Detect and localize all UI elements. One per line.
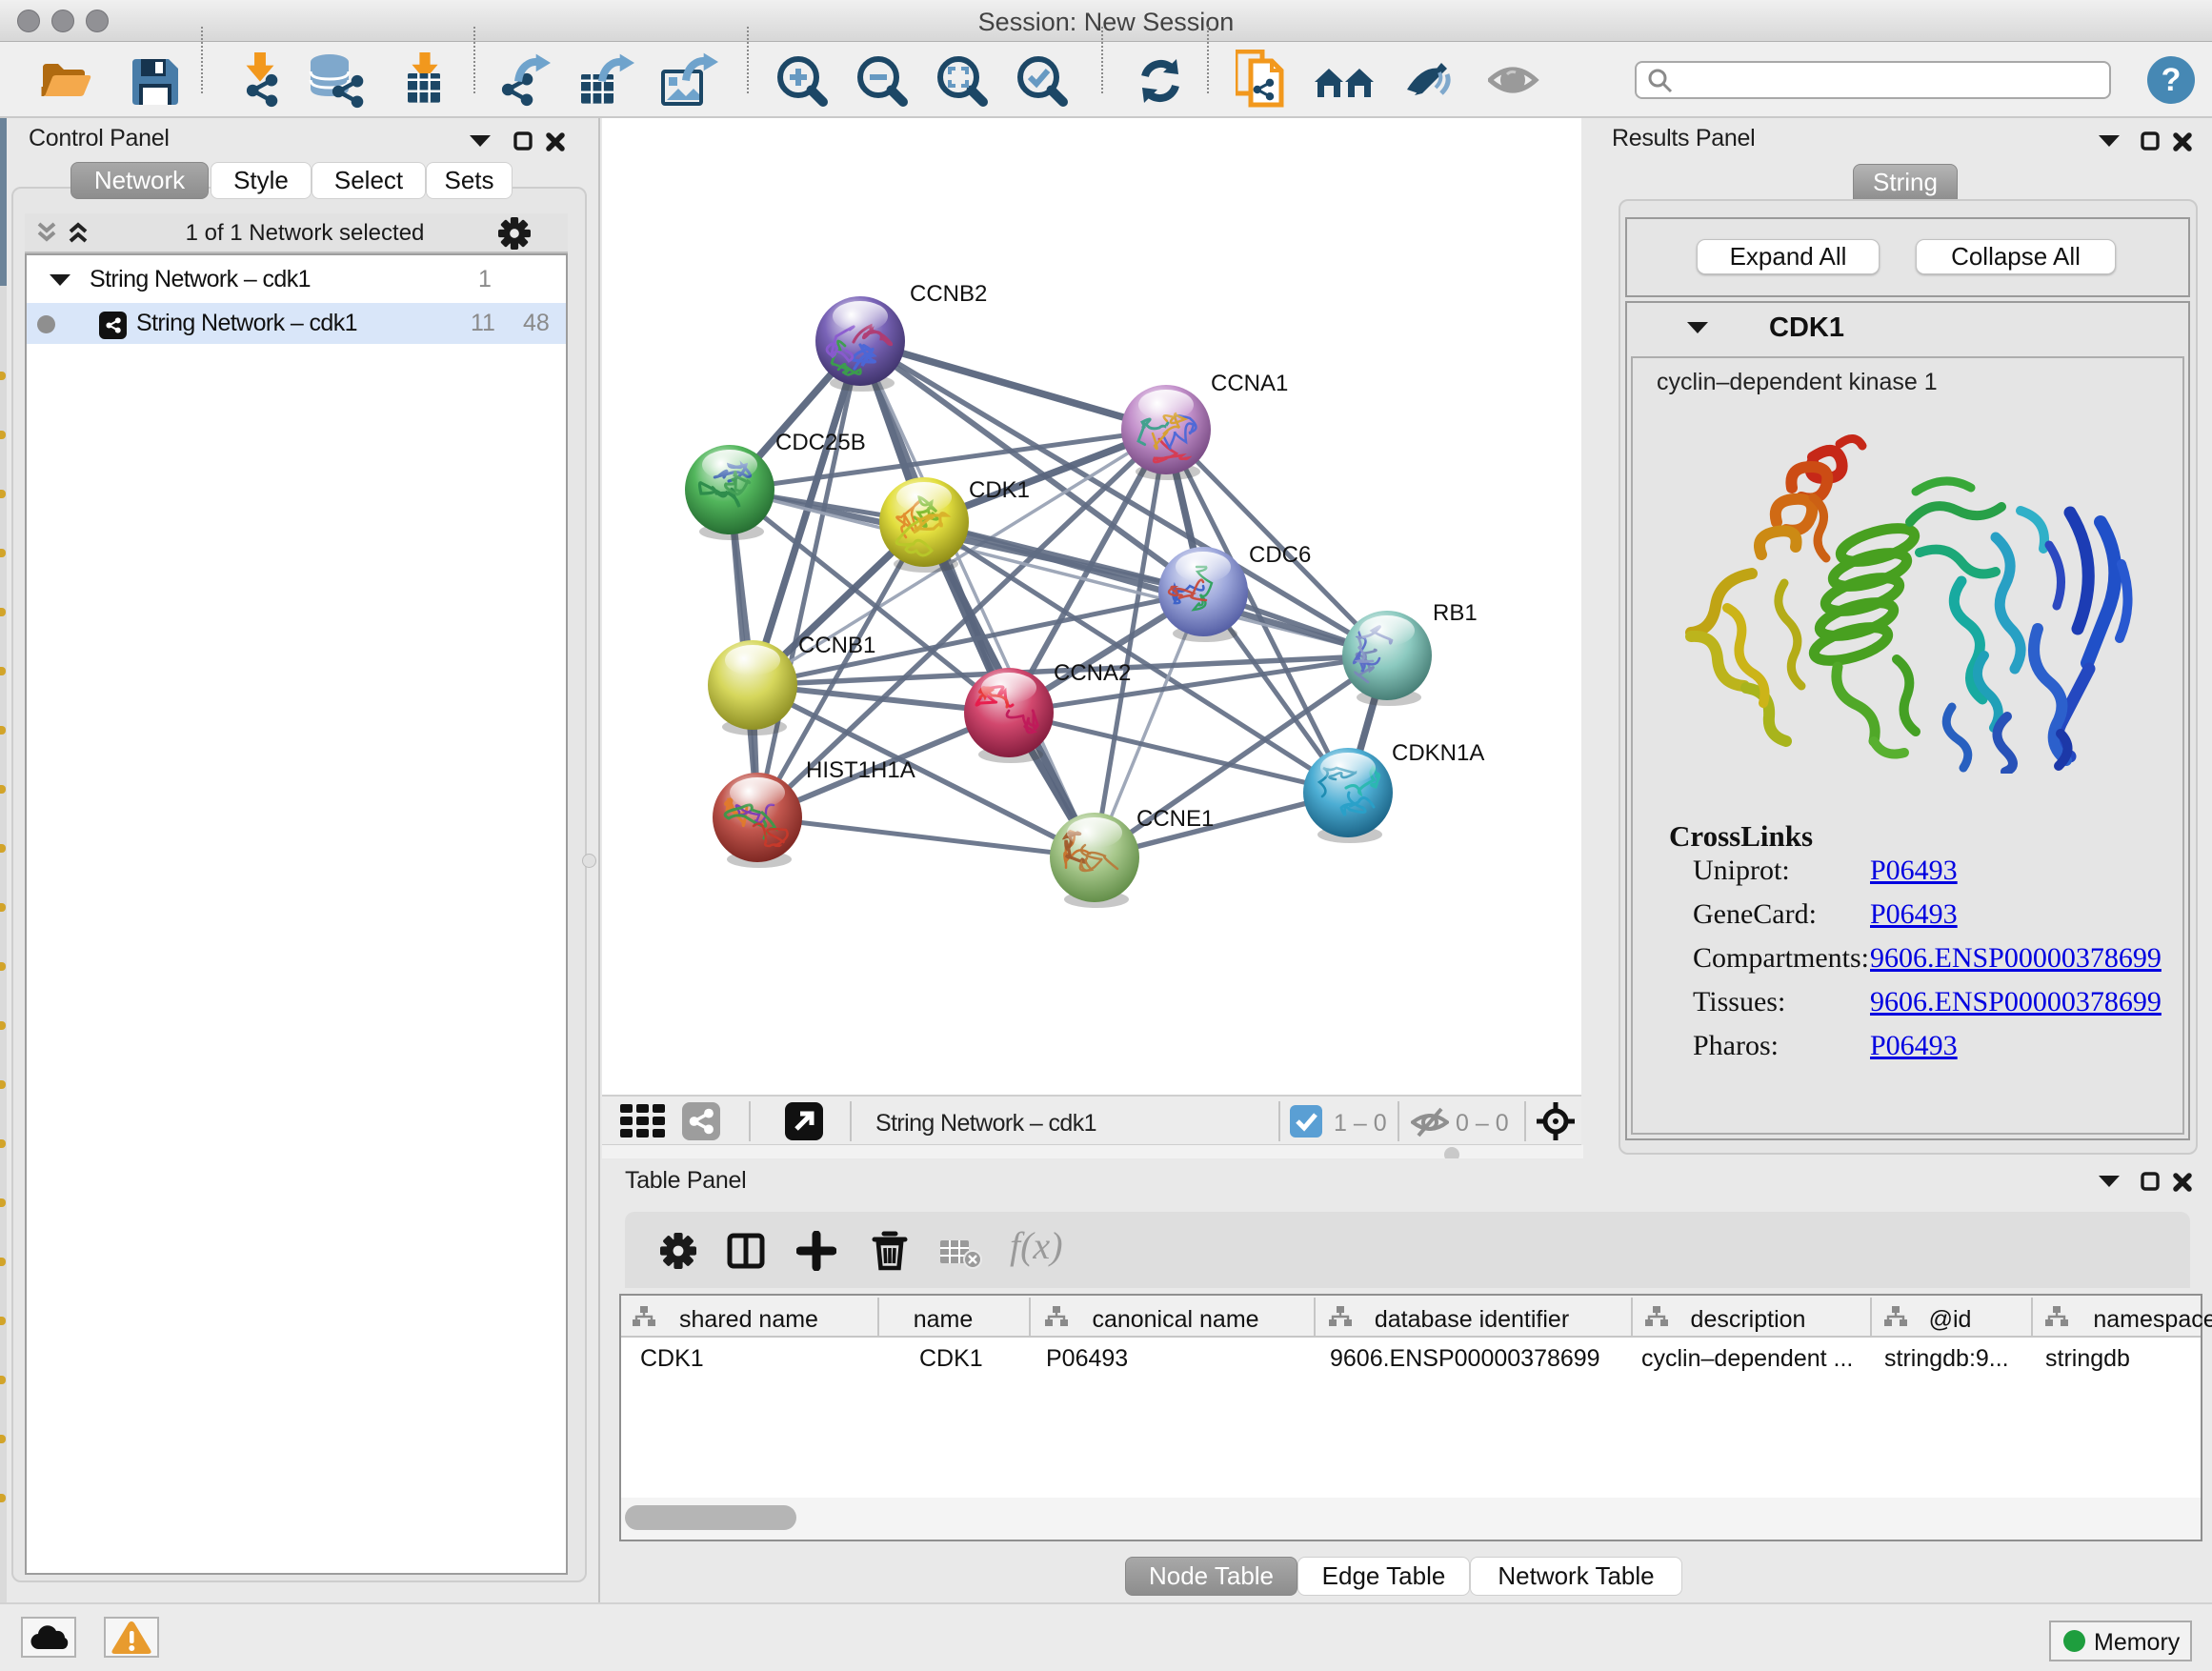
svg-text:CCNA1: CCNA1 <box>1211 371 1288 396</box>
svg-text:CDK1: CDK1 <box>969 477 1030 503</box>
svg-text:CCNA2: CCNA2 <box>1054 660 1131 686</box>
svg-text:CDC6: CDC6 <box>1249 542 1311 568</box>
svg-text:HIST1H1A: HIST1H1A <box>806 757 915 783</box>
svg-text:CDC25B: CDC25B <box>775 430 866 455</box>
svg-text:CCNB2: CCNB2 <box>910 281 987 307</box>
svg-text:CCNE1: CCNE1 <box>1136 806 1214 832</box>
svg-text:RB1: RB1 <box>1433 600 1478 626</box>
svg-text:CCNB1: CCNB1 <box>798 633 875 658</box>
svg-text:CDKN1A: CDKN1A <box>1392 740 1484 766</box>
